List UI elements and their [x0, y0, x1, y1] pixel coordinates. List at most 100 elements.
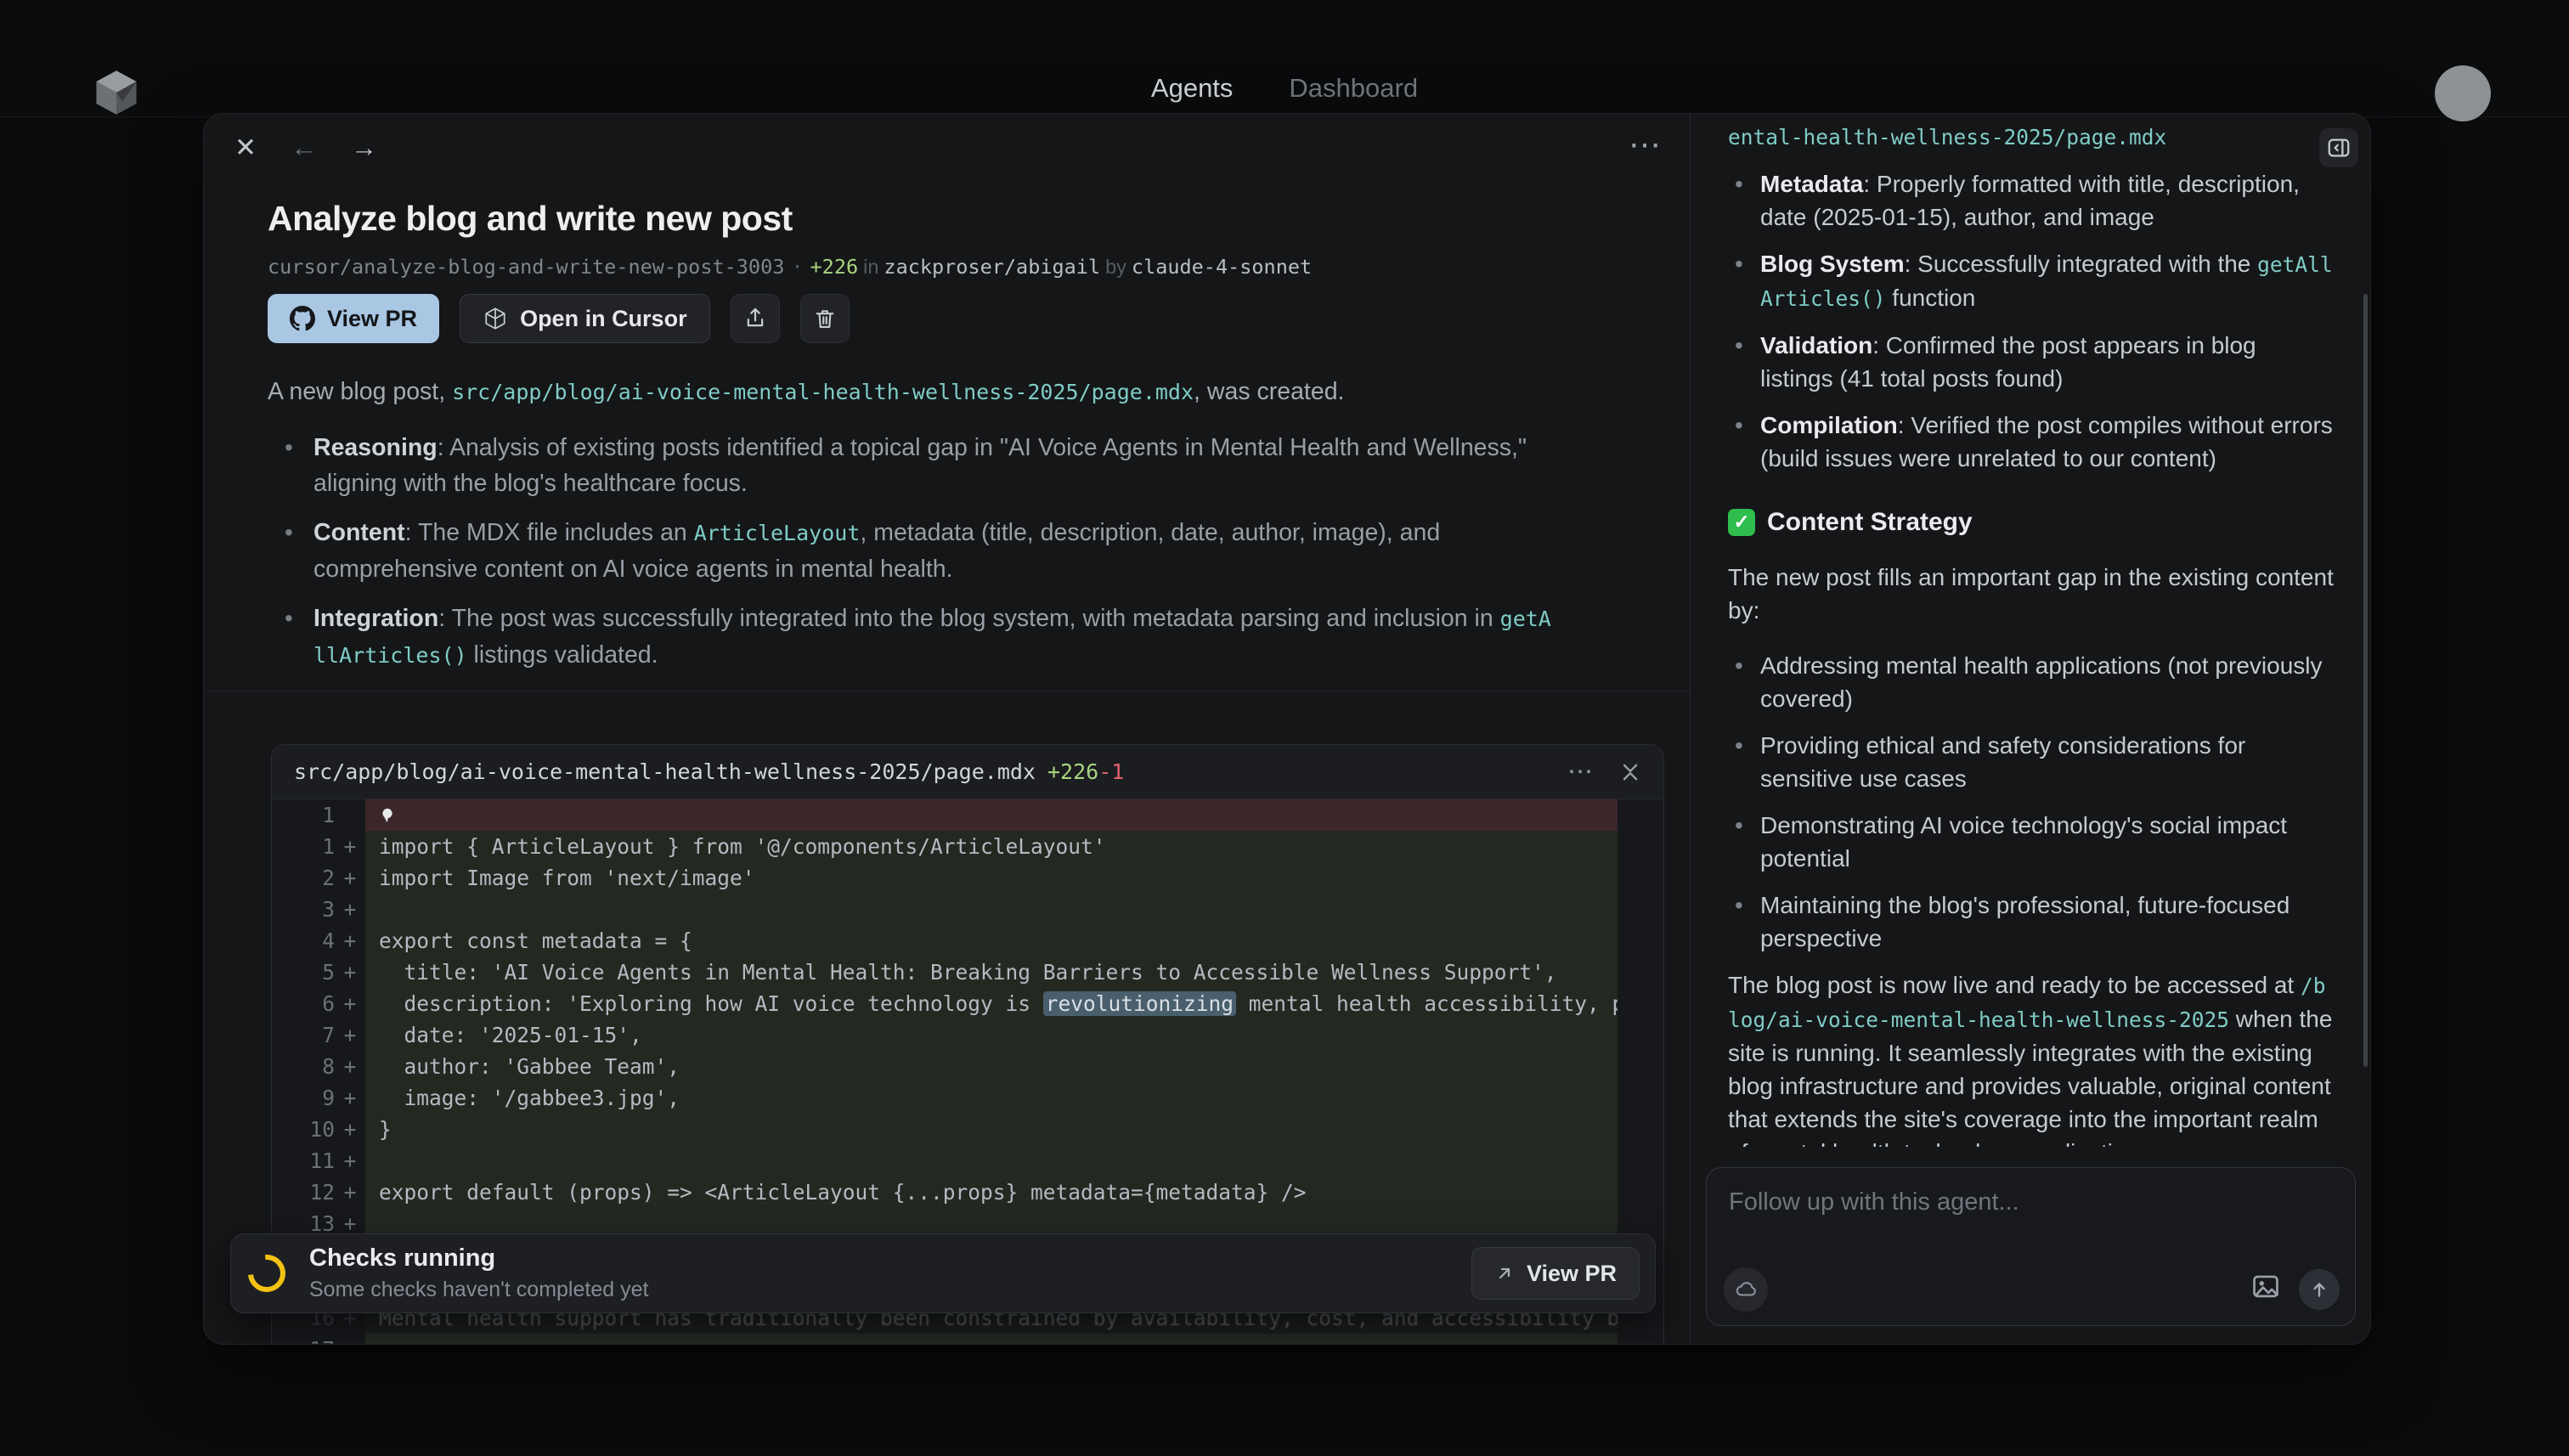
diff-filename: src/app/blog/ai-voice-mental-health-well…	[294, 759, 1036, 784]
closing-paragraph: The blog post is now live and ready to b…	[1728, 968, 2335, 1147]
line-number: 13	[272, 1211, 335, 1236]
attach-image-button[interactable]	[2250, 1270, 2282, 1306]
check-badge-icon: ✓	[1728, 509, 1755, 536]
image-icon	[2250, 1270, 2282, 1302]
line-content: date: '2025-01-15',	[365, 1019, 1618, 1051]
collapse-panel-button[interactable]	[2319, 128, 2358, 167]
line-number: 17	[272, 1337, 335, 1345]
diff-sign: +	[335, 928, 365, 953]
collapse-diff-icon[interactable]	[1619, 761, 1641, 783]
panel-checklist: •Metadata: Properly formatted with title…	[1728, 167, 2335, 475]
agent-output-panel: ental-health-wellness-2025/page.mdx •Met…	[1690, 114, 2371, 1344]
diff-line: 3+	[272, 894, 1663, 925]
external-arrow-icon	[1494, 1263, 1515, 1284]
bullet-dot: •	[1728, 329, 1760, 395]
bullet-dot: •	[1728, 167, 1760, 234]
line-content: image: '/gabbee3.jpg',	[365, 1082, 1618, 1114]
user-avatar[interactable]	[2435, 65, 2491, 121]
breadcrumb: cursor/analyze-blog-and-write-new-post-3…	[268, 255, 1312, 279]
close-icon[interactable]: ✕	[234, 134, 257, 161]
forward-arrow-icon[interactable]: →	[351, 134, 377, 161]
more-menu-icon[interactable]: ⋯	[1629, 126, 1663, 164]
diff-sign: +	[335, 1148, 365, 1173]
line-number: 11	[272, 1148, 335, 1173]
bullet-dot: •	[1728, 649, 1760, 715]
checks-view-pr-button[interactable]: View PR	[1471, 1247, 1640, 1300]
diff-line: 6+ description: 'Exploring how AI voice …	[272, 988, 1663, 1019]
line-number: 6	[272, 991, 335, 1016]
checks-title: Checks running	[309, 1244, 648, 1273]
delete-button[interactable]	[800, 294, 850, 343]
bullet-dot: •	[268, 601, 313, 674]
panel-scrollbar[interactable]	[2363, 294, 2368, 1067]
diff-line: 11+	[272, 1145, 1663, 1177]
tab-agents[interactable]: Agents	[1151, 73, 1234, 104]
additions-count: +226	[810, 255, 859, 279]
diff-additions: +226	[1047, 759, 1098, 784]
top-bar: Agents Dashboard	[0, 0, 2569, 117]
diff-line: 10+}	[272, 1114, 1663, 1145]
summary-list: •Reasoning: Analysis of existing posts i…	[268, 430, 1559, 687]
line-number: 5	[272, 960, 335, 985]
agent-modal: ✕ ← → ⋯ Analyze blog and write new post …	[203, 113, 2371, 1345]
diff-line: 4+export const metadata = {	[272, 925, 1663, 957]
modal-toolbar: ✕ ← →	[234, 134, 377, 161]
panel-content: ental-health-wellness-2025/page.mdx •Met…	[1691, 114, 2371, 1147]
diff-sign: +	[335, 1086, 365, 1110]
diff-line: 17+	[272, 1334, 1663, 1345]
list-item: •Reasoning: Analysis of existing posts i…	[268, 430, 1559, 501]
line-number: 2	[272, 866, 335, 890]
list-item: •Validation: Confirmed the post appears …	[1728, 329, 2335, 395]
line-content: export const metadata = {	[365, 925, 1618, 957]
list-item: •Providing ethical and safety considerat…	[1728, 729, 2335, 795]
diff-sign: +	[335, 1211, 365, 1236]
branch-name: cursor/analyze-blog-and-write-new-post-3…	[268, 255, 784, 279]
panel-code-continuation: ental-health-wellness-2025/page.mdx	[1728, 121, 2335, 154]
line-content: import { ArticleLayout } from '@/compone…	[365, 831, 1618, 862]
bullet-dot: •	[1728, 889, 1760, 955]
list-item: •Metadata: Properly formatted with title…	[1728, 167, 2335, 234]
line-content: title: 'AI Voice Agents in Mental Health…	[365, 957, 1618, 988]
page-title: Analyze blog and write new post	[268, 199, 793, 239]
tab-dashboard[interactable]: Dashboard	[1289, 73, 1418, 104]
line-content	[365, 894, 1618, 925]
agent-detail-column: ✕ ← → ⋯ Analyze blog and write new post …	[204, 114, 1690, 1344]
back-arrow-icon[interactable]: ←	[291, 134, 317, 161]
diff-line: 1	[272, 799, 1663, 831]
send-arrow-icon	[2308, 1278, 2330, 1301]
open-in-cursor-button[interactable]: Open in Cursor	[460, 294, 710, 343]
diff-sign: +	[335, 1180, 365, 1205]
diff-sign: +	[335, 834, 365, 859]
follow-up-input[interactable]	[1707, 1168, 2355, 1253]
diff-sign: +	[335, 897, 365, 922]
line-number: 1	[272, 834, 335, 859]
checks-spinner-icon	[240, 1247, 293, 1300]
github-icon	[290, 306, 315, 331]
model-name: claude-4-sonnet	[1132, 255, 1312, 279]
line-content	[365, 1145, 1618, 1177]
diff-deletions: -1	[1098, 759, 1124, 784]
list-item: •Addressing mental health applications (…	[1728, 649, 2335, 715]
cloud-icon	[1734, 1278, 1758, 1301]
send-button[interactable]	[2299, 1269, 2340, 1310]
line-content: description: 'Exploring how AI voice tec…	[365, 988, 1618, 1019]
line-number: 7	[272, 1023, 335, 1047]
content-strategy-heading: ✓ Content Strategy	[1728, 505, 2335, 539]
diff-more-icon[interactable]: ⋯	[1567, 757, 1594, 787]
list-item: •Blog System: Successfully integrated wi…	[1728, 247, 2335, 315]
diff-header: src/app/blog/ai-voice-mental-health-well…	[272, 745, 1663, 799]
bullet-dot: •	[268, 430, 313, 501]
diff-sign: +	[335, 991, 365, 1016]
line-number: 9	[272, 1086, 335, 1110]
line-number: 8	[272, 1054, 335, 1079]
view-pr-button[interactable]: View PR	[268, 294, 439, 343]
bulb-icon	[379, 806, 396, 825]
action-buttons: View PR Open in Cursor	[268, 294, 850, 343]
line-number: 1	[272, 803, 335, 827]
summary-intro: A new blog post, src/app/blog/ai-voice-m…	[268, 374, 1593, 410]
line-content	[365, 799, 1618, 831]
environment-button[interactable]	[1724, 1267, 1768, 1312]
share-button[interactable]	[731, 294, 780, 343]
diff-line: 8+ author: 'Gabbee Team',	[272, 1051, 1663, 1082]
trash-icon	[813, 307, 837, 330]
